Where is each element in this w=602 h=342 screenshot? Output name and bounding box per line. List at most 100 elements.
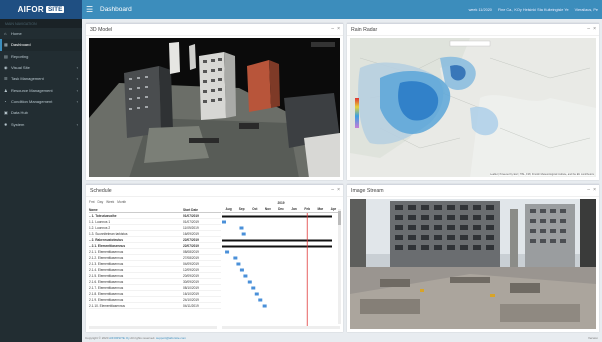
task-start-date: 22/07/2019	[183, 237, 199, 242]
task-start-date: 24/10/2019	[183, 297, 199, 302]
sidebar-item-task-management[interactable]: ☰ Task Management ‹	[0, 73, 82, 84]
sidebar-item-label: Home	[11, 31, 22, 37]
sidebar-item-label: System	[11, 121, 25, 127]
gantt-month-label: Sep	[238, 207, 245, 211]
gantt-summary-bar[interactable]	[222, 245, 332, 248]
sidebar-item-dashboard[interactable]: ▦ Dashboard	[0, 39, 82, 51]
sidebar-item-label: Data Hub	[11, 110, 28, 116]
gantt-task-bar[interactable]	[241, 232, 246, 236]
gantt-summary-bar[interactable]	[222, 215, 332, 218]
sidebar-header: MAIN NAVIGATION	[0, 19, 82, 28]
chevron-left-icon: ‹	[76, 121, 78, 127]
task-start-date: 20/09/2019	[183, 273, 199, 278]
gantt-task-bar[interactable]	[233, 256, 238, 260]
gantt-horizontal-scrollbar[interactable]	[222, 326, 340, 329]
task-name: 1.3. Suunnitelman tarkistus	[89, 231, 128, 236]
gantt-task-bar[interactable]	[254, 292, 259, 296]
gantt-task-bar[interactable]	[239, 226, 244, 230]
task-start-date: 22/07/2019	[183, 243, 199, 248]
panel-image-stream: Image Stream – ×	[347, 184, 599, 332]
sidebar-item-home[interactable]: ⌂ Home	[0, 28, 82, 39]
close-icon[interactable]: ×	[593, 26, 596, 32]
page-footer: Copyright © 2020 AIFORSITE Oy All rights…	[82, 336, 602, 342]
sidebar-item-system[interactable]: ✹ System ‹	[0, 118, 82, 129]
rain-radar-map[interactable]: Leaflet | Powered by Esri | HSL, FMI, Fi…	[350, 38, 596, 177]
gantt-month-label: Feb	[304, 207, 311, 211]
home-icon: ⌂	[4, 31, 7, 37]
hamburger-menu-icon[interactable]: ☰	[82, 5, 96, 14]
schedule-view-week[interactable]: Week	[106, 200, 114, 204]
sidebar-item-data-hub[interactable]: ▣ Data Hub	[0, 107, 82, 118]
task-start-date: 16/10/2019	[183, 291, 199, 296]
radar-map-render	[350, 38, 596, 177]
task-start-date: 08/10/2019	[183, 285, 199, 290]
minimize-icon[interactable]: –	[331, 187, 334, 193]
user-icon: ♟	[4, 87, 8, 93]
3d-model-viewer[interactable]	[89, 38, 340, 177]
panel-title: Image Stream	[351, 187, 384, 194]
app-logo[interactable]: AIFOR SITE	[0, 0, 82, 19]
task-name: 2.1.9. Elementtiasennus	[89, 297, 124, 302]
user-menu[interactable]: Vierailaus, Pe	[575, 8, 598, 12]
task-start-date: 11/09/2019	[183, 225, 199, 230]
sidebar-item-reporting[interactable]: ▤ Reporting	[0, 51, 82, 62]
weather-info: Fine Ca., KOy Helsinki Sta Kuiteingisle …	[497, 7, 569, 12]
panel-schedule: Schedule – × Fmt Day Week Month Name Start D…	[86, 184, 343, 332]
minimize-icon[interactable]: –	[331, 26, 334, 32]
minimize-icon[interactable]: –	[587, 187, 590, 193]
site-camera-image[interactable]	[350, 199, 596, 329]
page-title: Dashboard	[100, 6, 132, 13]
sidebar: AIFOR SITE MAIN NAVIGATION ⌂ Home ▦ Dashboa…	[0, 0, 82, 342]
chevron-left-icon: ‹	[76, 76, 78, 82]
panel-3d-model: 3D Model – ×	[86, 23, 343, 180]
gantt-task-bar[interactable]	[225, 250, 230, 254]
gantt-task-bar[interactable]	[243, 274, 248, 278]
gantt-month-label: Aug	[225, 207, 232, 211]
gantt-year-label: 2019	[277, 201, 285, 205]
gantt-task-bar[interactable]	[236, 262, 241, 266]
sidebar-item-visual-site[interactable]: ◉ Visual Site ‹	[0, 62, 82, 73]
panel-rain-radar: Rain Radar – × Leaflet | Powered by Esri…	[347, 23, 599, 180]
logo-text: AIFOR	[17, 5, 44, 14]
table-row[interactable]: 2.1.10. Elementtiasennus 04/11/2019	[89, 303, 221, 309]
gantt-task-bar[interactable]	[239, 268, 244, 272]
panel-title: 3D Model	[90, 26, 113, 33]
sidebar-item-label: Visual Site	[11, 65, 30, 71]
task-start-date: 12/09/2019	[183, 267, 199, 272]
close-icon[interactable]: ×	[337, 187, 340, 193]
close-icon[interactable]: ×	[593, 187, 596, 193]
sidebar-item-label: Reporting	[11, 53, 29, 59]
task-start-date: 04/09/2019	[183, 261, 199, 266]
gantt-task-bar[interactable]	[247, 280, 252, 284]
task-name: 1.2. Luonnos 2	[89, 225, 111, 230]
gantt-summary-bar[interactable]	[222, 239, 332, 242]
gantt-month-label: Dec	[278, 207, 284, 211]
task-name: 2.1.4. Elementtiasennus	[89, 267, 124, 272]
task-start-date: 01/07/2019	[183, 213, 199, 218]
sidebar-item-resource-management[interactable]: ♟ Resource Management ‹	[0, 84, 82, 95]
chart-icon: ▤	[4, 53, 8, 59]
minimize-icon[interactable]: –	[587, 26, 590, 32]
task-start-date: 01/07/2019	[183, 219, 199, 224]
gantt-task-bar[interactable]	[262, 304, 267, 308]
footer-email-link[interactable]: support@aiforsite.com	[156, 336, 186, 340]
gantt-month-label: Jan	[291, 207, 297, 211]
footer-company-link[interactable]: AIFORSITE Oy	[109, 336, 130, 340]
gantt-task-bar[interactable]	[258, 298, 263, 302]
task-name: – 1. Toteutusvaihe	[89, 213, 117, 218]
task-name: 1.1. Luonnos 1	[89, 219, 111, 224]
sidebar-item-condition-management[interactable]: ◔ Condition Management ‹	[0, 96, 82, 107]
schedule-view-fmt[interactable]: Fmt	[89, 200, 95, 204]
schedule-scrollbar[interactable]	[338, 209, 341, 324]
task-name: 2.1.3. Elementtiasennus	[89, 261, 124, 266]
close-icon[interactable]: ×	[337, 26, 340, 32]
schedule-view-day[interactable]: Day	[98, 200, 104, 204]
schedule-view-month[interactable]: Month	[117, 200, 126, 204]
gantt-month-label: Mar	[317, 207, 324, 211]
table-horizontal-scrollbar[interactable]	[89, 326, 217, 329]
task-start-date: 27/08/2019	[183, 255, 199, 260]
footer-copyright: Copyright © 2020	[85, 336, 109, 340]
gantt-task-bar[interactable]	[222, 220, 226, 224]
map-attribution: Leaflet | Powered by Esri | HSL, FMI, Fi…	[490, 173, 594, 176]
gantt-task-bar[interactable]	[251, 286, 256, 290]
